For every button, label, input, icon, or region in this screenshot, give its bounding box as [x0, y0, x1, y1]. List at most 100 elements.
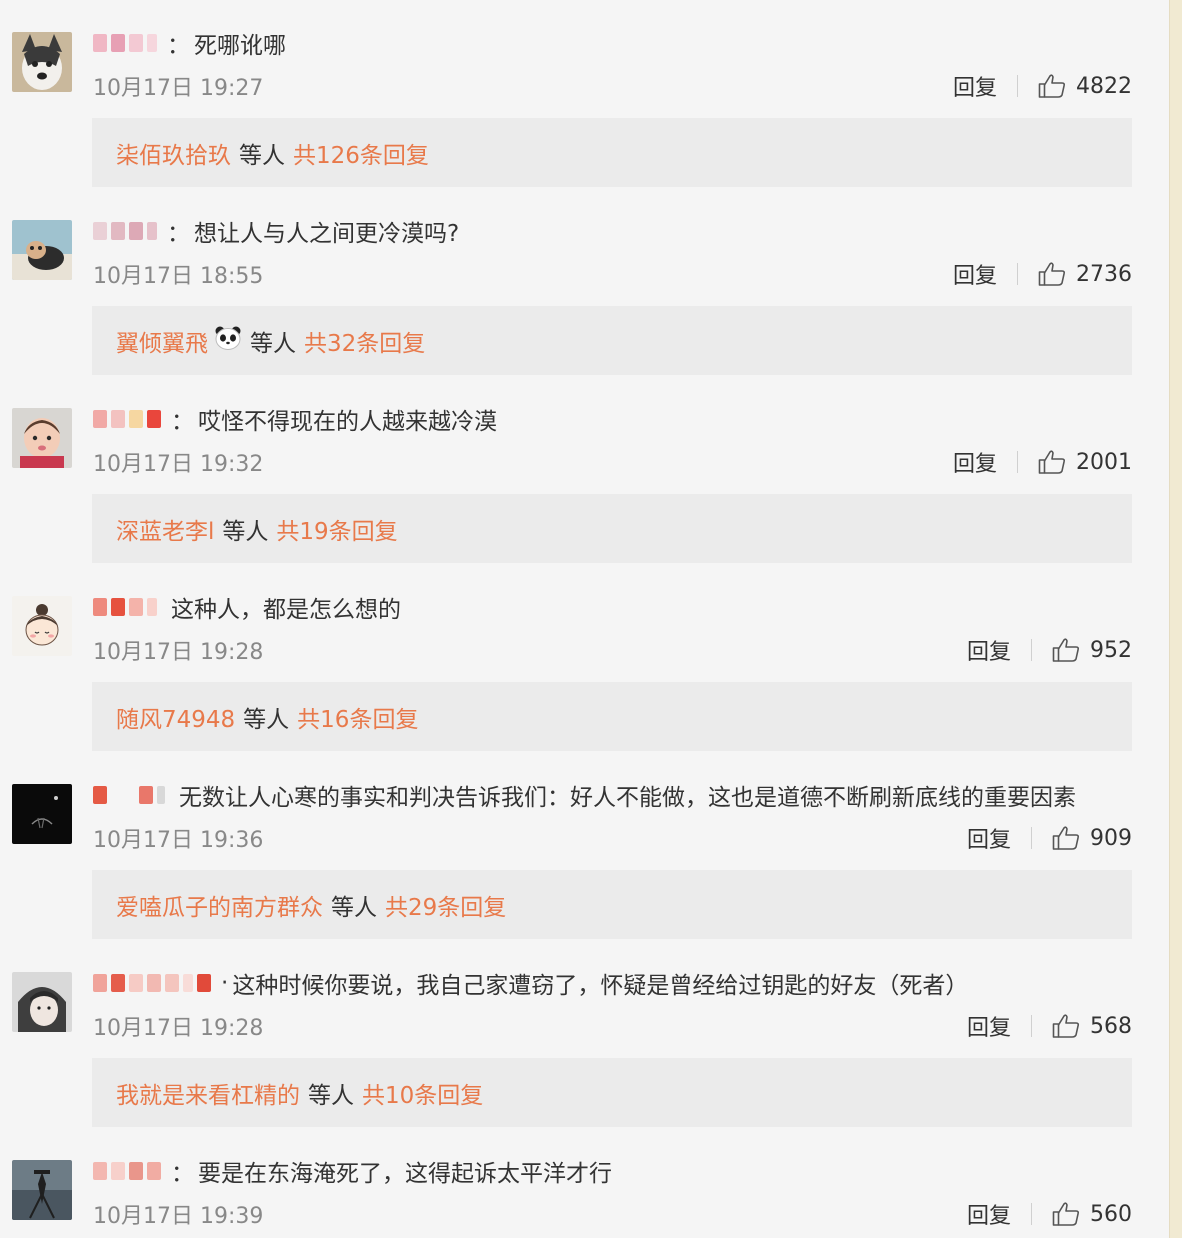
comment-actions: 回复 952: [967, 634, 1132, 666]
comment-actions: 回复 4822: [953, 70, 1132, 102]
comment-text: 哎怪不得现在的人越来越冷漠: [198, 409, 497, 435]
comment-actions: 回复 2736: [953, 258, 1132, 290]
reply-count-link[interactable]: 共32条回复: [304, 324, 425, 358]
divider: [1031, 827, 1032, 849]
username-redacted[interactable]: [93, 1162, 161, 1180]
divider: [1031, 1203, 1032, 1225]
reply-button[interactable]: 回复: [953, 446, 997, 478]
avatar[interactable]: [12, 408, 72, 468]
comment-line: ： 死哪讹哪: [93, 26, 1132, 60]
thumbs-up-icon: [1052, 826, 1080, 850]
colon: ：: [171, 1161, 194, 1187]
comment-text: 这种时候你要说，我自己家遭窃了，怀疑是曾经给过钥匙的好友（死者）: [232, 973, 969, 999]
like-button[interactable]: 2001: [1038, 449, 1132, 475]
replies-summary[interactable]: 我就是来看杠精的 等人 共10条回复: [92, 1058, 1132, 1127]
comment-item: ： 哎怪不得现在的人越来越冷漠 10月17日 19:32 回复 2001 深蓝老…: [0, 376, 1170, 564]
like-count: 952: [1090, 637, 1132, 663]
reply-others-label: 等人: [239, 142, 285, 169]
avatar[interactable]: [12, 972, 72, 1032]
comment-line: 这种人，都是怎么想的: [93, 590, 1132, 624]
like-count: 560: [1090, 1201, 1132, 1227]
comment-item: · 这种时候你要说，我自己家遭窃了，怀疑是曾经给过钥匙的好友（死者） 10月17…: [0, 940, 1170, 1128]
reply-others-label: 等人: [250, 330, 296, 357]
comment-actions: 回复 568: [967, 1010, 1132, 1042]
avatar[interactable]: [12, 596, 72, 656]
reply-count-link[interactable]: 共10条回复: [362, 1076, 483, 1110]
comment-meta: 10月17日 19:27 回复 4822: [93, 70, 1132, 102]
comment-line: ： 想让人与人之间更冷漠吗?: [93, 214, 1132, 248]
comment-item: ： 想让人与人之间更冷漠吗? 10月17日 18:55 回复 2736 翼倾翼飛: [0, 188, 1170, 376]
comment-line: ： 哎怪不得现在的人越来越冷漠: [93, 402, 1132, 436]
like-count: 2001: [1076, 449, 1132, 475]
username-redacted[interactable]: [93, 34, 157, 52]
reply-button[interactable]: 回复: [967, 1010, 1011, 1042]
username-redacted[interactable]: [93, 410, 161, 428]
like-count: 568: [1090, 1013, 1132, 1039]
timestamp: 10月17日 19:32: [93, 452, 264, 477]
comment-meta: 10月17日 19:28 回复 568: [93, 1010, 1132, 1042]
comment-text: 这种人，都是怎么想的: [171, 597, 401, 623]
comment-line: 无数让人心寒的事实和判决告诉我们：好人不能做，这也是道德不断刷新底线的重要因素: [93, 778, 1132, 812]
comment-item: ： 死哪讹哪 10月17日 19:27 回复 4822 柒佰玖拾玖 等人 共12…: [0, 0, 1170, 188]
thumbs-up-icon: [1052, 1202, 1080, 1226]
avatar[interactable]: [12, 784, 72, 844]
comment-item: ： 要是在东海淹死了，这得起诉太平洋才行 10月17日 19:39 回复 560: [0, 1128, 1170, 1238]
replies-summary[interactable]: 翼倾翼飛 等人 共32条回复: [92, 306, 1132, 375]
reply-button[interactable]: 回复: [953, 70, 997, 102]
replies-summary[interactable]: 深蓝老李l 等人 共19条回复: [92, 494, 1132, 563]
comment-line: ： 要是在东海淹死了，这得起诉太平洋才行: [93, 1154, 1132, 1188]
reply-user-link[interactable]: 翼倾翼飛: [116, 324, 208, 358]
colon: ·: [221, 970, 229, 996]
reply-button[interactable]: 回复: [953, 258, 997, 290]
reply-count-link[interactable]: 共16条回复: [297, 700, 418, 734]
comment-meta: 10月17日 19:39 回复 560: [93, 1198, 1132, 1230]
comment-actions: 回复 560: [967, 1198, 1132, 1230]
reply-user-link[interactable]: 爱嗑瓜子的南方群众: [116, 888, 323, 922]
colon: ：: [167, 221, 190, 247]
reply-button[interactable]: 回复: [967, 822, 1011, 854]
like-button[interactable]: 4822: [1038, 73, 1132, 99]
reply-user-link[interactable]: 深蓝老李l: [116, 512, 214, 546]
reply-button[interactable]: 回复: [967, 634, 1011, 666]
username-redacted[interactable]: [93, 786, 165, 804]
thumbs-up-icon: [1038, 262, 1066, 286]
avatar[interactable]: [12, 32, 72, 92]
comment-text: 死哪讹哪: [194, 33, 286, 59]
timestamp: 10月17日 19:36: [93, 828, 264, 853]
reply-user-link[interactable]: 我就是来看杠精的: [116, 1076, 300, 1110]
replies-summary[interactable]: 爱嗑瓜子的南方群众 等人 共29条回复: [92, 870, 1132, 939]
thumbs-up-icon: [1052, 1014, 1080, 1038]
reply-count-link[interactable]: 共126条回复: [293, 136, 429, 170]
timestamp: 10月17日 19:27: [93, 76, 264, 101]
reply-others-label: 等人: [331, 894, 377, 921]
timestamp: 10月17日 19:39: [93, 1204, 264, 1229]
divider: [1017, 75, 1018, 97]
like-button[interactable]: 2736: [1038, 261, 1132, 287]
username-redacted[interactable]: [93, 598, 157, 616]
like-count: 4822: [1076, 73, 1132, 99]
like-button[interactable]: 568: [1052, 1013, 1132, 1039]
replies-summary[interactable]: 柒佰玖拾玖 等人 共126条回复: [92, 118, 1132, 187]
reply-count-link[interactable]: 共29条回复: [385, 888, 506, 922]
username-redacted[interactable]: [93, 974, 211, 992]
like-button[interactable]: 952: [1052, 637, 1132, 663]
like-button[interactable]: 560: [1052, 1201, 1132, 1227]
reply-others-label: 等人: [243, 706, 290, 733]
comment-actions: 回复 2001: [953, 446, 1132, 478]
like-button[interactable]: 909: [1052, 825, 1132, 851]
comment-meta: 10月17日 19:28 回复 952: [93, 634, 1132, 666]
reply-button[interactable]: 回复: [967, 1198, 1011, 1230]
replies-summary[interactable]: 随风74948 等人 共16条回复: [92, 682, 1132, 751]
timestamp: 10月17日 19:28: [93, 640, 264, 665]
divider: [1017, 263, 1018, 285]
comment-text: 无数让人心寒的事实和判决告诉我们：好人不能做，这也是道德不断刷新底线的重要因素: [179, 785, 1076, 811]
like-count: 909: [1090, 825, 1132, 851]
avatar[interactable]: [12, 1160, 72, 1220]
divider: [1031, 1015, 1032, 1037]
comment-line: · 这种时候你要说，我自己家遭窃了，怀疑是曾经给过钥匙的好友（死者）: [93, 966, 1132, 1000]
reply-count-link[interactable]: 共19条回复: [276, 512, 397, 546]
reply-user-link[interactable]: 随风74948: [116, 700, 235, 734]
avatar[interactable]: [12, 220, 72, 280]
username-redacted[interactable]: [93, 222, 157, 240]
reply-user-link[interactable]: 柒佰玖拾玖: [116, 136, 231, 170]
